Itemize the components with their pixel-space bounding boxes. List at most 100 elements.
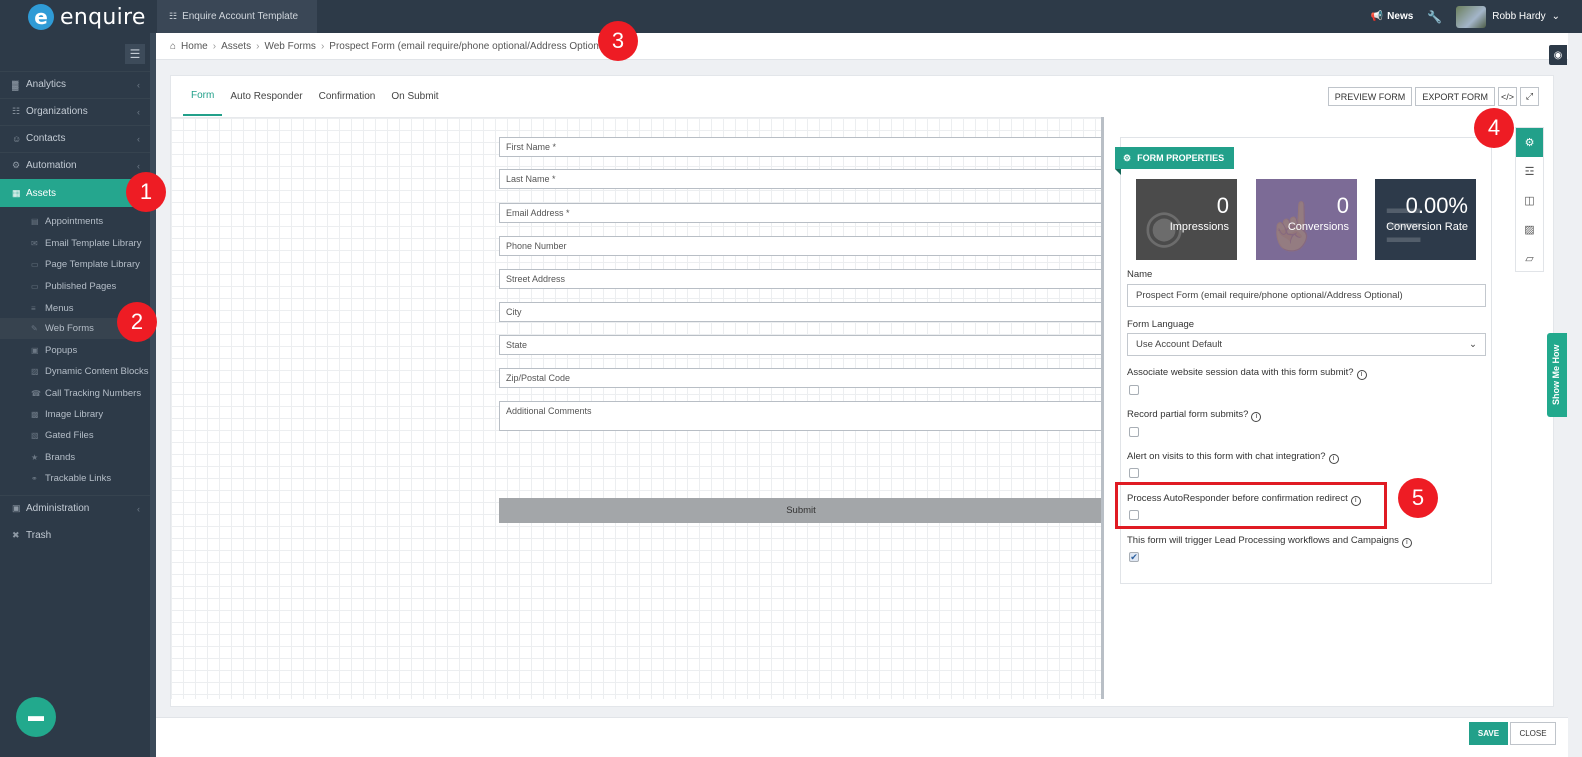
sidebar-subitem-image-library[interactable]: ▩ Image Library xyxy=(0,404,150,425)
sidebar-item-trash[interactable]: ✖ Trash xyxy=(0,522,150,548)
editor-tabs: Form Auto Responder Confirmation On Subm… xyxy=(183,76,447,116)
image-icon[interactable]: ▨ xyxy=(1516,215,1543,244)
tab-confirmation[interactable]: Confirmation xyxy=(311,76,384,116)
chevron-left-icon: ‹ xyxy=(137,106,140,117)
stat-conversions: ☝ 0 Conversions xyxy=(1256,179,1357,260)
checkbox-session-data[interactable] xyxy=(1129,385,1139,395)
sidebar-subitem-published-pages[interactable]: ▭ Published Pages xyxy=(0,276,150,297)
sidebar-subitem-label: Email Template Library xyxy=(45,238,142,249)
save-button[interactable]: SAVE xyxy=(1469,722,1508,745)
breadcrumb-home[interactable]: Home xyxy=(181,41,208,52)
info-icon[interactable]: i xyxy=(1251,412,1262,422)
logo-mark-icon: e xyxy=(28,4,54,30)
form-field-city[interactable]: City xyxy=(499,302,1103,322)
chat-icon[interactable]: ▬ xyxy=(16,697,56,737)
checkbox-chat-alert[interactable] xyxy=(1129,468,1139,478)
info-icon[interactable]: i xyxy=(1356,370,1367,380)
user-name: Robb Hardy xyxy=(1492,11,1546,22)
gear-icon[interactable]: ⚙ xyxy=(1516,128,1543,157)
info-icon[interactable]: i xyxy=(1401,538,1412,548)
form-language-select[interactable]: Use Account Default ⌄ xyxy=(1127,333,1486,356)
canvas-splitter[interactable] xyxy=(1101,117,1104,699)
lock-icon: ▣ xyxy=(12,503,21,513)
sitemap-icon: ☷ xyxy=(12,106,21,116)
sidebar-subitem-popups[interactable]: ▣ Popups xyxy=(0,340,150,361)
expand-icon[interactable]: ⤢ xyxy=(1520,87,1539,106)
news-label: News xyxy=(1387,11,1414,22)
edit-icon: ✎ xyxy=(31,324,38,333)
sidebar-subitem-label: Trackable Links xyxy=(45,473,112,484)
sidebar-subitem-brands[interactable]: ★ Brands xyxy=(0,447,150,468)
checkbox-label-lead-processing: This form will trigger Lead Processing w… xyxy=(1127,535,1412,548)
sidebar-item-administration[interactable]: ▣ Administration ‹ xyxy=(0,495,150,521)
sidebar-item-organizations[interactable]: ☷ Organizations ‹ xyxy=(0,98,150,124)
megaphone-icon: 📢 xyxy=(1370,11,1384,22)
account-template-tab[interactable]: ☷ Enquire Account Template xyxy=(157,0,317,33)
close-button[interactable]: CLOSE xyxy=(1510,722,1556,745)
stat-value: 0.00% xyxy=(1405,193,1468,218)
breadcrumb-assets[interactable]: Assets xyxy=(221,41,251,52)
code-icon[interactable]: </> xyxy=(1498,87,1517,106)
chevron-left-icon: ‹ xyxy=(137,79,140,90)
form-field-zip[interactable]: Zip/Postal Code xyxy=(499,368,1103,388)
sidebar-item-label: Administration xyxy=(26,503,90,514)
wrench-icon[interactable]: 🔧 xyxy=(1427,10,1442,24)
sidebar-subitem-page-template-library[interactable]: ▭ Page Template Library xyxy=(0,254,150,275)
form-field-comments[interactable]: Additional Comments xyxy=(499,401,1103,431)
news-link[interactable]: 📢 News xyxy=(1371,11,1414,22)
checkbox-lead-processing[interactable]: ✔ xyxy=(1129,552,1139,562)
form-submit-button[interactable]: Submit xyxy=(499,498,1103,523)
form-field-last-name[interactable]: Last Name * xyxy=(499,169,1103,189)
sidebar-subitem-call-tracking-numbers[interactable]: ☎ Call Tracking Numbers xyxy=(0,383,150,404)
preview-form-button[interactable]: PREVIEW FORM xyxy=(1327,87,1413,106)
info-icon[interactable]: i xyxy=(1328,454,1339,464)
chevron-left-icon: ‹ xyxy=(137,160,140,171)
checkbox-label-chat-alert: Alert on visits to this form with chat i… xyxy=(1127,451,1339,464)
form-field-state[interactable]: State xyxy=(499,335,1103,355)
sidebar-subitem-dynamic-content-blocks[interactable]: ▨ Dynamic Content Blocks xyxy=(0,361,150,382)
sidebar-subitem-gated-files[interactable]: ▧ Gated Files xyxy=(0,425,150,446)
collapse-panel-icon[interactable]: ◉ xyxy=(1549,45,1567,65)
sidebar-item-contacts[interactable]: ☺ Contacts ‹ xyxy=(0,125,150,151)
top-bar: e enquire ☷ Enquire Account Template 📢 N… xyxy=(0,0,1582,33)
list-icon: ≡ xyxy=(31,304,36,313)
tab-form[interactable]: Form xyxy=(183,76,223,116)
phone-icon: ☎ xyxy=(31,389,41,398)
chevron-down-icon: ⌄ xyxy=(1551,11,1560,22)
sidebar-item-automation[interactable]: ⚙ Automation ‹ xyxy=(0,152,150,178)
form-field-first-name[interactable]: First Name * xyxy=(499,137,1103,157)
sidebar-subitem-appointments[interactable]: ▤ Appointments xyxy=(0,211,150,232)
hamburger-menu-icon[interactable]: ☰ xyxy=(125,44,145,64)
bar-chart-icon: ▓ xyxy=(12,79,19,90)
sidebar-subitem-label: Dynamic Content Blocks xyxy=(45,366,149,377)
form-field-street-address[interactable]: Street Address xyxy=(499,269,1103,289)
checkbox-partial-submits[interactable] xyxy=(1129,427,1139,437)
form-field-phone[interactable]: Phone Number xyxy=(499,236,1103,256)
enquire-logo[interactable]: e enquire xyxy=(28,2,146,32)
tab-auto-responder[interactable]: Auto Responder xyxy=(222,76,310,116)
user-menu[interactable]: Robb Hardy ⌄ xyxy=(1456,5,1560,28)
chevron-down-icon: ⌄ xyxy=(1469,339,1477,350)
sidebar-item-label: Assets xyxy=(26,187,57,199)
sliders-icon[interactable]: ☲ xyxy=(1516,157,1543,186)
breadcrumb-web-forms[interactable]: Web Forms xyxy=(264,41,316,52)
sidebar: ☰ ▓ Analytics ‹ ☷ Organizations ‹ ☺ Cont… xyxy=(0,33,150,757)
chevron-left-icon: ‹ xyxy=(137,503,140,514)
form-name-input[interactable]: Prospect Form (email require/phone optio… xyxy=(1127,284,1486,307)
stat-value: 0 xyxy=(1216,193,1229,218)
show-me-how-tab[interactable]: Show Me How xyxy=(1547,333,1567,417)
columns-icon[interactable]: ◫ xyxy=(1516,186,1543,215)
window-icon: ▣ xyxy=(31,346,39,355)
sidebar-subitem-label: Popups xyxy=(45,345,78,356)
export-form-button[interactable]: EXPORT FORM xyxy=(1415,87,1495,106)
sidebar-subitem-label: Web Forms xyxy=(45,323,94,334)
sidebar-item-analytics[interactable]: ▓ Analytics ‹ xyxy=(0,71,150,97)
folder-open-icon[interactable]: ▱ xyxy=(1516,244,1543,273)
form-field-email[interactable]: Email Address * xyxy=(499,203,1103,223)
breadcrumb: ⌂ Home › Assets › Web Forms › Prospect F… xyxy=(156,33,1568,60)
tab-on-submit[interactable]: On Submit xyxy=(383,76,446,116)
checkbox-label-session-data: Associate website session data with this… xyxy=(1127,367,1367,380)
sidebar-subitem-email-template-library[interactable]: ✉ Email Template Library xyxy=(0,233,150,254)
sidebar-subitem-label: Image Library xyxy=(45,409,104,420)
sidebar-subitem-trackable-links[interactable]: ⚭ Trackable Links xyxy=(0,468,150,489)
